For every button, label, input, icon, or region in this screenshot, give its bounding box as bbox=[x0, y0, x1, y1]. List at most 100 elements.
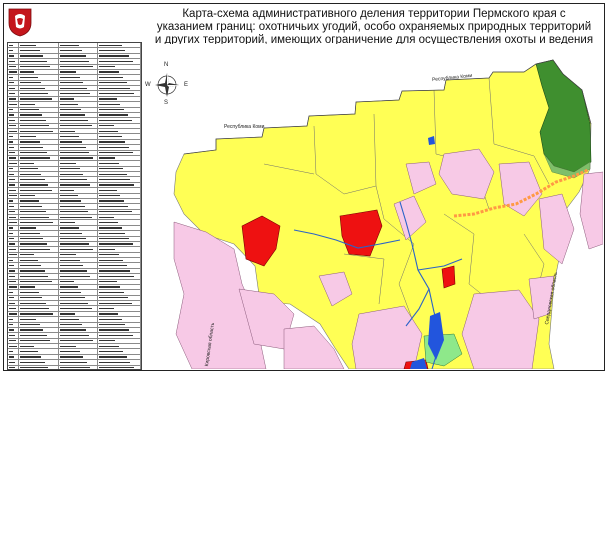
legend-cell bbox=[59, 64, 99, 69]
legend-cell bbox=[8, 112, 19, 118]
legend-cell bbox=[19, 360, 59, 365]
legend-cell bbox=[8, 322, 19, 327]
legend-cell bbox=[8, 155, 19, 161]
legend-cell bbox=[98, 349, 141, 354]
legend-cell bbox=[8, 166, 19, 171]
legend-cell bbox=[8, 59, 19, 64]
legend-cell bbox=[8, 354, 19, 360]
legend-cell bbox=[98, 317, 141, 322]
legend-cell bbox=[98, 215, 141, 220]
legend-cell bbox=[98, 311, 141, 317]
legend-cell bbox=[59, 43, 99, 48]
legend-cell bbox=[59, 220, 99, 225]
legend-cell bbox=[19, 247, 59, 252]
legend-cell bbox=[98, 177, 141, 182]
legend-cell bbox=[98, 112, 141, 118]
legend-cell bbox=[98, 290, 141, 295]
legend-cell bbox=[98, 220, 141, 225]
legend-cell bbox=[59, 247, 99, 252]
legend-cell bbox=[8, 145, 19, 150]
legend-cell bbox=[59, 198, 99, 204]
legend-cell bbox=[8, 290, 19, 295]
legend-cell bbox=[98, 161, 141, 166]
legend-cell bbox=[98, 338, 141, 343]
legend-cell bbox=[19, 306, 59, 311]
legend-cell bbox=[8, 172, 19, 177]
legend-cell bbox=[19, 365, 59, 369]
legend-cell bbox=[19, 64, 59, 69]
legend-cell bbox=[19, 123, 59, 128]
legend-cell bbox=[19, 91, 59, 96]
legend-cell bbox=[98, 258, 141, 263]
legend-cell bbox=[8, 129, 19, 134]
legend-cell bbox=[8, 360, 19, 365]
legend-cell bbox=[19, 53, 59, 59]
legend-cell bbox=[19, 129, 59, 134]
legend-cell bbox=[98, 231, 141, 236]
legend-cell bbox=[19, 344, 59, 349]
legend-cell bbox=[59, 263, 99, 268]
legend-cell bbox=[98, 166, 141, 171]
map-canvas bbox=[144, 44, 603, 369]
legend-cell bbox=[19, 166, 59, 171]
coat-of-arms-icon bbox=[8, 8, 32, 37]
legend-cell bbox=[98, 53, 141, 59]
legend-cell bbox=[8, 306, 19, 311]
legend-cell bbox=[59, 96, 99, 102]
legend-cell bbox=[19, 134, 59, 139]
legend-cell bbox=[8, 317, 19, 322]
legend-cell bbox=[8, 64, 19, 69]
legend-cell bbox=[19, 327, 59, 333]
legend-cell bbox=[98, 284, 141, 290]
legend-cell bbox=[8, 193, 19, 198]
legend-cell bbox=[98, 268, 141, 274]
legend-cell bbox=[59, 59, 99, 64]
legend-cell bbox=[59, 129, 99, 134]
legend-cell bbox=[59, 118, 99, 123]
legend-cell bbox=[98, 209, 141, 214]
legend-cell bbox=[8, 274, 19, 279]
legend-cell bbox=[59, 290, 99, 295]
legend-cell bbox=[8, 311, 19, 317]
legend-cell bbox=[98, 172, 141, 177]
legend-cell bbox=[19, 268, 59, 274]
legend-cell bbox=[19, 139, 59, 145]
legend-cell bbox=[19, 258, 59, 263]
legend-cell bbox=[59, 268, 99, 274]
legend-cell bbox=[8, 263, 19, 268]
legend-cell bbox=[59, 48, 99, 53]
legend-cell bbox=[59, 161, 99, 166]
northwest-boundary-label: Республика Коми bbox=[224, 124, 265, 130]
legend-cell bbox=[59, 344, 99, 349]
legend-cell bbox=[59, 295, 99, 300]
legend-cell bbox=[98, 204, 141, 209]
legend-cell bbox=[19, 182, 59, 188]
legend-cell bbox=[98, 274, 141, 279]
legend-cell bbox=[19, 193, 59, 198]
legend-cell bbox=[8, 301, 19, 306]
legend-cell bbox=[8, 161, 19, 166]
legend-cell bbox=[8, 327, 19, 333]
legend-cell bbox=[59, 193, 99, 198]
legend-cell bbox=[19, 188, 59, 193]
legend-cell bbox=[19, 150, 59, 155]
legend-cell bbox=[59, 69, 99, 75]
legend-cell bbox=[8, 48, 19, 53]
legend-cell bbox=[59, 188, 99, 193]
legend-cell bbox=[19, 48, 59, 53]
legend-cell bbox=[98, 155, 141, 161]
legend-cell bbox=[8, 209, 19, 214]
legend-cell bbox=[98, 279, 141, 284]
legend-cell bbox=[59, 306, 99, 311]
legend-cell bbox=[19, 75, 59, 80]
legend-cell bbox=[19, 295, 59, 300]
map-sheet: Карта-схема административного деления те… bbox=[3, 3, 605, 371]
legend-cell bbox=[98, 48, 141, 53]
legend-cell bbox=[59, 91, 99, 96]
legend-cell bbox=[98, 322, 141, 327]
legend-cell bbox=[59, 209, 99, 214]
legend-cell bbox=[59, 354, 99, 360]
legend-cell bbox=[59, 80, 99, 85]
legend-cell bbox=[98, 365, 141, 369]
legend-cell bbox=[98, 327, 141, 333]
